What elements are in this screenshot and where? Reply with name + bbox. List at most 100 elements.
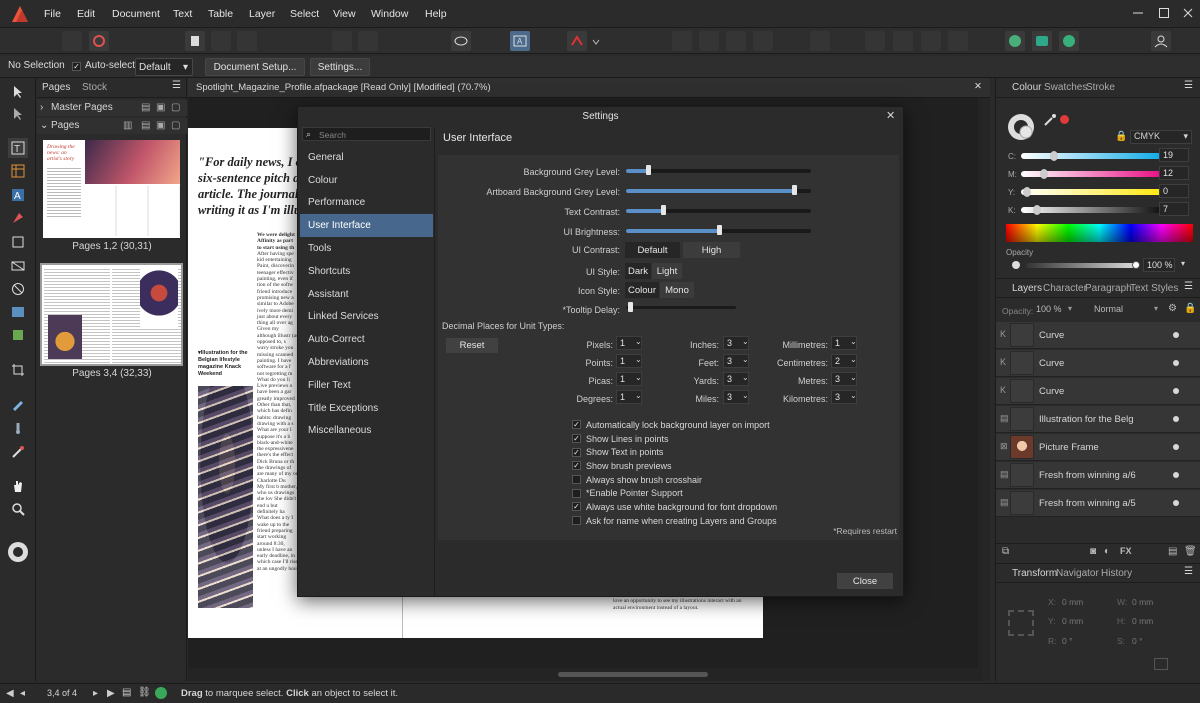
chevron-down-icon[interactable]: ▾ [1181, 259, 1185, 268]
slider-thumb[interactable] [716, 225, 722, 235]
ui-style-dark-button[interactable]: Dark [625, 263, 651, 279]
slider-thumb[interactable] [1049, 151, 1058, 161]
channel-c-slider[interactable] [1021, 151, 1171, 161]
ask-layer-name-checkbox[interactable] [572, 516, 581, 526]
mask-icon[interactable]: ◙ [1090, 546, 1096, 557]
panel-menu-icon[interactable]: ☰ [172, 80, 181, 91]
visibility-dot-icon[interactable] [1173, 388, 1179, 394]
w-field[interactable]: 0 mm [1132, 597, 1153, 607]
last-page-icon[interactable]: ▶ [107, 688, 115, 699]
first-page-icon[interactable]: ◀ [6, 688, 14, 699]
category-miscellaneous[interactable]: Miscellaneous [300, 420, 433, 443]
slider-thumb[interactable] [661, 205, 666, 215]
preflight-icon[interactable] [237, 31, 257, 51]
close-document-icon[interactable]: ✕ [974, 81, 982, 92]
tab-swatches[interactable]: Swatches [1044, 82, 1087, 93]
photo-persona-icon[interactable] [1032, 31, 1052, 51]
auto-select-dropdown[interactable]: Default ▾ [135, 58, 193, 76]
pages-section[interactable]: ⌄ Pages ▥ ▤ ▣ ▢ [37, 118, 187, 134]
y-field[interactable]: 0 mm [1062, 616, 1083, 626]
slider-thumb[interactable] [1039, 169, 1048, 179]
reset-button[interactable]: Reset [446, 338, 498, 353]
white-font-dropdown-checkbox[interactable] [572, 502, 581, 512]
gear-icon[interactable] [89, 31, 109, 51]
link-icon[interactable] [358, 31, 378, 51]
designer-persona-icon[interactable] [1005, 31, 1025, 51]
opacity-slider[interactable] [1026, 261, 1140, 269]
visibility-dot-icon[interactable] [1173, 332, 1179, 338]
zoom-tool-icon[interactable] [8, 499, 28, 519]
color-picker-tool-icon[interactable] [8, 442, 28, 462]
channel-k-value[interactable]: 7 [1159, 202, 1189, 216]
chevron-down-icon[interactable]: ▾ [1154, 304, 1158, 313]
panel-menu-icon[interactable]: ☰ [1184, 281, 1193, 292]
fill-stroke-swatch-icon[interactable] [6, 540, 30, 564]
rectangle-tool-icon[interactable] [8, 232, 28, 252]
persona-icon[interactable] [62, 31, 82, 51]
rotate-right-icon[interactable] [893, 31, 913, 51]
settings-button[interactable]: Settings... [310, 58, 370, 76]
category-general[interactable]: General [300, 146, 433, 169]
arrange-layers-icon[interactable]: ⧉ [1002, 546, 1009, 557]
fx-icon[interactable]: FX [1120, 546, 1132, 556]
layer-row[interactable]: K Curve [996, 378, 1200, 405]
move-tool-icon[interactable] [8, 82, 28, 102]
menu-window[interactable]: Window [371, 8, 408, 20]
snapping-icon[interactable] [211, 31, 231, 51]
preflight-status-icon[interactable] [155, 687, 167, 699]
distribute-icon[interactable] [810, 31, 830, 51]
spread-thumbnail-2[interactable] [40, 263, 183, 366]
ui-contrast-high-button[interactable]: High [683, 242, 740, 258]
ui-style-light-button[interactable]: Light [652, 263, 682, 279]
slider-thumb[interactable] [628, 302, 634, 312]
menu-file[interactable]: File [44, 8, 61, 20]
tab-stock[interactable]: Stock [82, 82, 107, 93]
group-icon[interactable] [726, 31, 746, 51]
ellipse-frame-tool-icon[interactable] [8, 279, 28, 299]
slider-thumb[interactable] [1032, 205, 1041, 215]
category-performance[interactable]: Performance [300, 192, 433, 215]
text-contrast-slider[interactable] [626, 205, 811, 215]
colour-spectrum[interactable] [1006, 224, 1193, 242]
node-tool-icon[interactable] [8, 104, 28, 124]
fill-stroke-icon[interactable] [1006, 112, 1036, 142]
share-persona-icon[interactable] [1059, 31, 1079, 51]
pen-tool-icon[interactable] [8, 208, 28, 228]
trash-icon[interactable]: 🗑 [1184, 546, 1197, 557]
anchor-selector-icon[interactable] [1008, 610, 1034, 636]
channel-c-value[interactable]: 19 [1159, 148, 1189, 162]
visibility-dot-icon[interactable] [1173, 360, 1179, 366]
preview-icon[interactable] [451, 31, 471, 51]
ui-brightness-slider[interactable] [626, 225, 811, 235]
category-auto-correct[interactable]: Auto-Correct [300, 328, 433, 351]
layer-settings-gear-icon[interactable]: ⚙ [1168, 303, 1177, 314]
place-image-tool-icon[interactable] [8, 325, 28, 345]
tab-paragraph[interactable]: Paragraph [1085, 283, 1132, 294]
icon-style-mono-button[interactable]: Mono [660, 282, 694, 298]
layer-row[interactable]: K Curve [996, 350, 1200, 377]
visibility-dot-icon[interactable] [1173, 444, 1179, 450]
horizontal-scrollbar[interactable] [558, 672, 708, 677]
picture-frame-tool-icon[interactable] [8, 302, 28, 322]
blend-mode-dropdown[interactable]: Normal [1094, 304, 1123, 314]
page-panel-icon[interactable]: ▤ [122, 687, 131, 698]
tab-layers[interactable]: Layers [1012, 283, 1042, 294]
illustration-image[interactable] [188, 386, 253, 608]
arrange-icon[interactable] [699, 31, 719, 51]
close-dialog-icon[interactable]: ✕ [886, 109, 895, 122]
rotation-field[interactable]: 0 ° [1062, 636, 1073, 646]
duplicate-master-icon[interactable]: ▣ [156, 102, 165, 113]
align-icon[interactable] [672, 31, 692, 51]
hand-tool-icon[interactable] [8, 476, 28, 496]
channel-y-slider[interactable] [1021, 187, 1171, 197]
brush-crosshair-checkbox[interactable] [572, 475, 581, 485]
close-button[interactable]: Close [837, 573, 893, 589]
channel-k-slider[interactable] [1021, 205, 1171, 215]
opacity-value[interactable]: 100 % [1143, 258, 1175, 272]
vertical-scrollbar[interactable] [982, 98, 990, 681]
panel-menu-icon[interactable]: ☰ [1184, 566, 1193, 577]
shear-field[interactable]: 0 ° [1132, 636, 1143, 646]
minimize-icon[interactable] [1132, 7, 1144, 19]
channel-m-value[interactable]: 12 [1159, 166, 1189, 180]
delete-master-icon[interactable]: ▢ [171, 102, 180, 113]
